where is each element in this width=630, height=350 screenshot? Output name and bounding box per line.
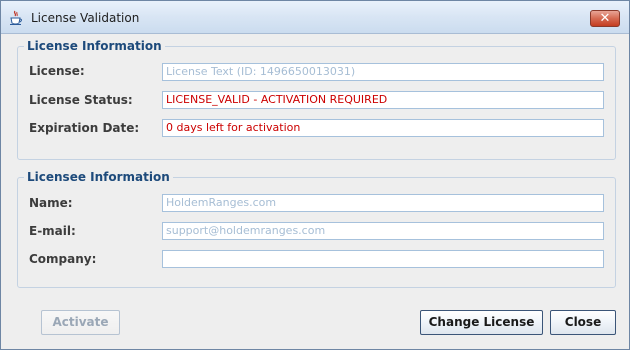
license-field[interactable]: License Text (ID: 1496650013031) <box>162 63 604 81</box>
company-field[interactable] <box>162 250 604 268</box>
email-label: E-mail: <box>29 224 76 238</box>
licensee-information-legend: Licensee Information <box>24 170 173 184</box>
company-label: Company: <box>29 252 97 266</box>
license-label: License: <box>29 64 85 78</box>
name-label: Name: <box>29 196 73 210</box>
change-license-button[interactable]: Change License <box>420 310 543 335</box>
name-field[interactable]: HoldemRanges.com <box>162 194 604 212</box>
window-title: License Validation <box>31 11 140 25</box>
close-button[interactable]: Close <box>550 310 616 335</box>
license-validation-dialog: License Validation ✕ License Information… <box>0 0 630 350</box>
expiration-date-field[interactable]: 0 days left for activation <box>162 119 604 137</box>
license-status-label: License Status: <box>29 93 133 107</box>
title-bar[interactable]: License Validation ✕ <box>1 1 629 34</box>
close-icon: ✕ <box>599 11 611 26</box>
email-field[interactable]: support@holdemranges.com <box>162 222 604 240</box>
expiration-date-label: Expiration Date: <box>29 121 140 135</box>
java-cup-icon <box>8 10 24 26</box>
window-close-button[interactable]: ✕ <box>590 10 620 27</box>
license-information-legend: License Information <box>24 39 165 53</box>
activate-button[interactable]: Activate <box>41 310 120 335</box>
dialog-content: License Information License: License Tex… <box>7 34 624 344</box>
license-status-field[interactable]: LICENSE_VALID - ACTIVATION REQUIRED <box>162 91 604 109</box>
